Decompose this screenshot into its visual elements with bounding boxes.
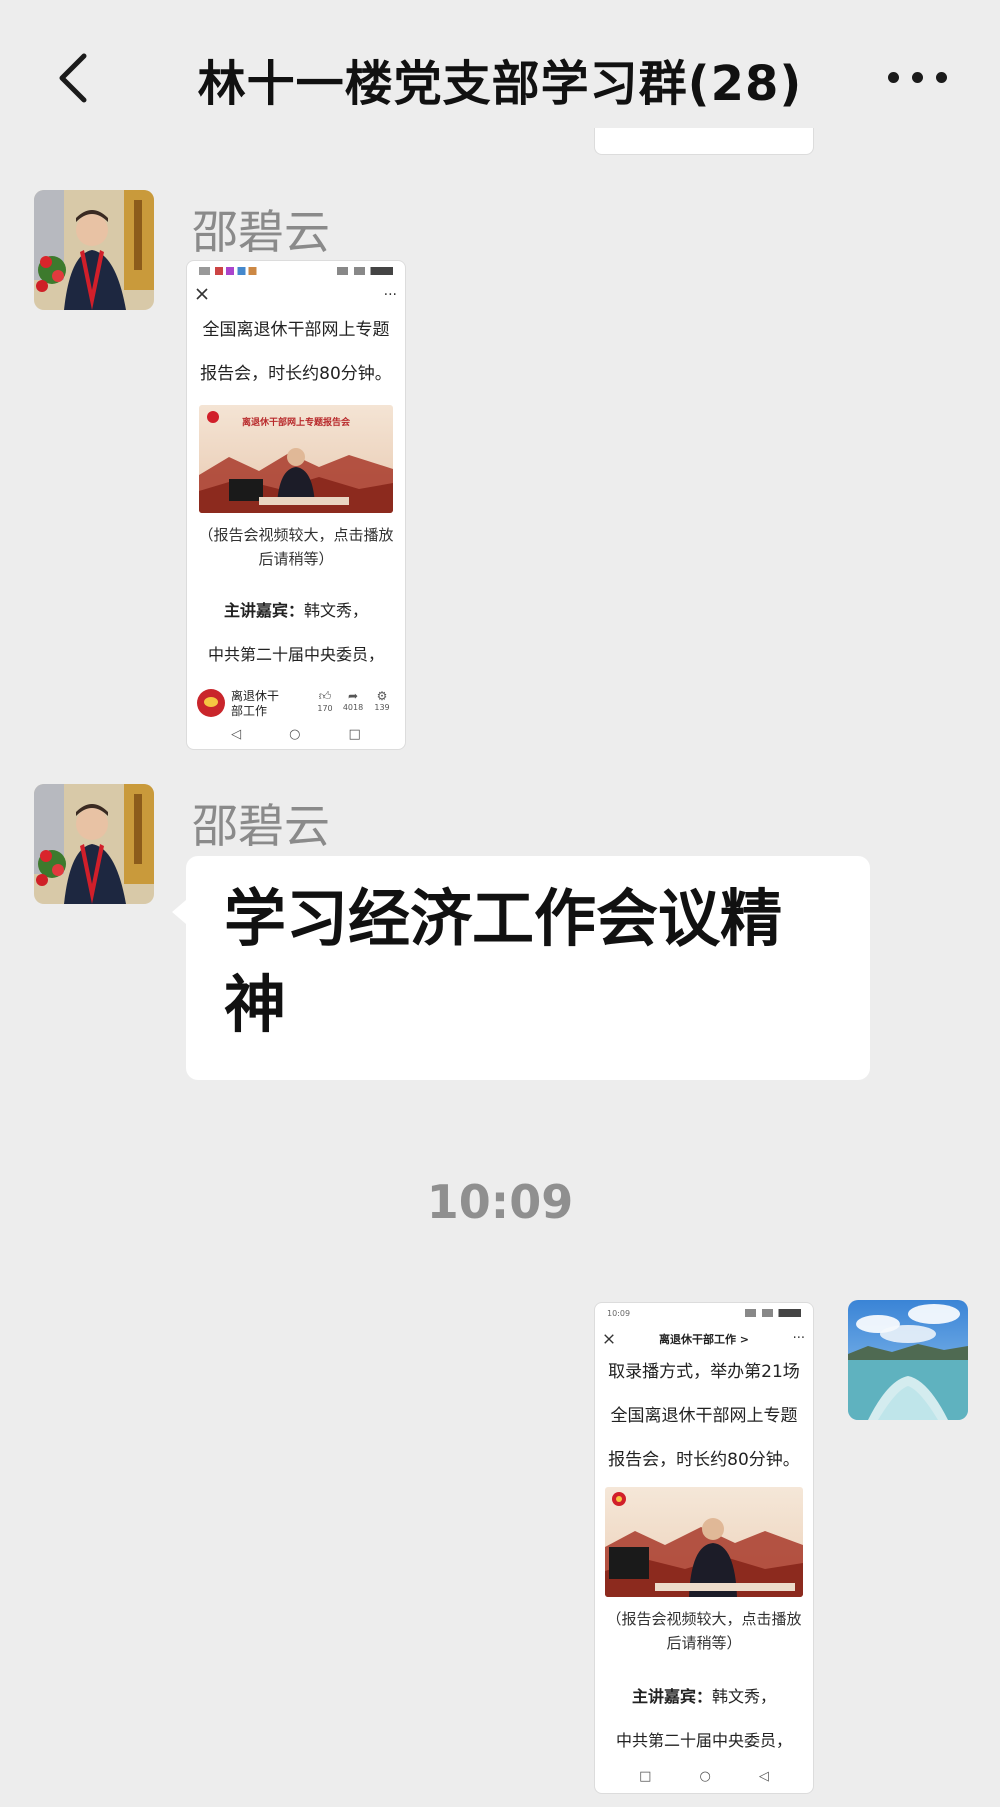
account-name: 离退休干 部工作 [231,689,280,718]
video-thumbnail: 离退休干部网上专题报告会 [199,405,393,513]
article-text: 中共第二十届中央委员， [207,645,384,664]
sender-name: 邵碧云 [192,799,330,853]
more-icon: ··· [383,287,397,303]
avatar[interactable] [34,190,154,310]
video-thumbnail [605,1487,803,1597]
account-logo [197,689,225,717]
message-text: 学习经济工作会议精神 [224,882,783,1041]
article-text: 全国离退休干部网上专题 [610,1406,798,1426]
settings-icon: ⚙ [376,689,388,703]
partial-message[interactable] [594,128,814,155]
article-caption: （报告会视频较大，点击播放 [198,526,394,544]
article-text: 中共第二十届中央委员， [615,1731,792,1750]
article-text: 全国离退休干部网上专题 [202,320,390,340]
avatar[interactable] [34,784,154,904]
article-text: 取录播方式，举办第21场 [608,1362,800,1382]
article-text: 报告会，时长约80分钟。 [200,364,392,384]
article-caption: 后请稍等） [258,550,334,568]
timestamp: 10:09 [426,1175,574,1229]
bubble-tail [172,900,186,924]
view-count: ⚙ 139 [371,689,393,712]
article-caption: （报告会视频较大，点击播放 [606,1610,802,1628]
more-icon: ··· [792,1331,805,1346]
like-icon: 👍︎ [318,689,332,703]
share-icon: ➦ [347,689,359,703]
speaker-line: 主讲嘉宾：韩文秀， [223,601,369,620]
phone-status-bar [199,267,393,279]
phone-nav-bar: □ ○ ◁ [639,1769,769,1784]
phone-nav-bar: ◁ ○ □ [231,727,361,742]
chat-title: 林十一楼党支部学习群(28) [197,56,803,112]
article-caption: 后请稍等） [666,1634,742,1652]
like-count: 👍︎ 170 [315,689,335,713]
article-topbar-title: 离退休干部工作 > [658,1333,750,1346]
image-message[interactable]: ··· 全国离退休干部网上专题 报告会，时长约80分钟。 离退休干部网上专题报告… [186,260,406,750]
close-icon [196,288,208,300]
avatar[interactable] [848,1300,968,1420]
text-message[interactable]: 学习经济工作会议精神 [186,856,870,1080]
speaker-line: 主讲嘉宾：韩文秀， [631,1687,777,1706]
article-text: 报告会，时长约80分钟。 [608,1450,800,1470]
more-icon[interactable] [888,68,948,88]
phone-status-bar: 10:09 [607,1309,801,1321]
sender-name: 邵碧云 [192,205,330,259]
video-banner-text: 离退休干部网上专题报告会 [242,416,351,428]
image-message[interactable]: 10:09 离退休干部工作 > ··· 取录播方式，举办第21场 全国离退休干部… [594,1302,814,1794]
share-count: ➦ 4018 [342,689,364,712]
